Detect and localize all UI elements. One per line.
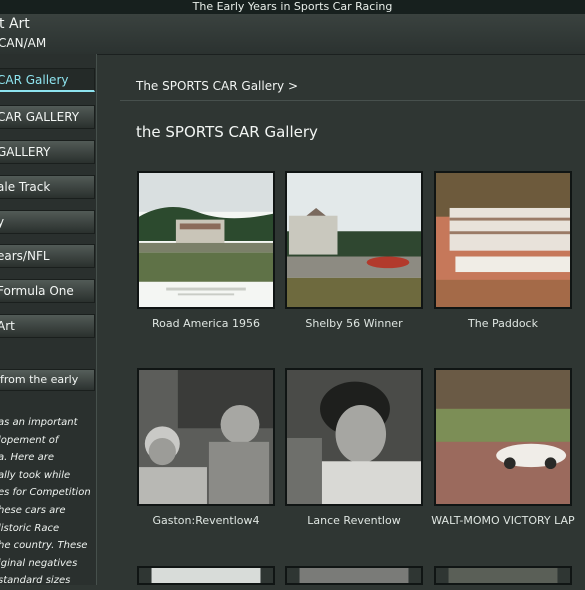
sidebar-section-title: from the early [0, 369, 95, 391]
header-title: t Art [0, 16, 30, 32]
gallery-thumb-road-america[interactable] [137, 171, 275, 309]
sidebar-item-art[interactable]: Art [0, 314, 95, 338]
sidebar-item-car-gallery[interactable]: CAR GALLERY [0, 105, 95, 129]
sidebar: CAR Gallery CAR GALLERY GALLERY ale Trac… [0, 54, 97, 586]
photo-thumbnail [151, 568, 261, 583]
site-header: t Art CAN/AM [0, 14, 585, 55]
race-car-photo [436, 370, 570, 504]
page-title: the SPORTS CAR Gallery [136, 123, 318, 141]
sidebar-text-line: ally took while [0, 469, 71, 481]
photo-thumbnail [299, 568, 409, 583]
gallery-thumb-row3-1[interactable] [137, 566, 275, 585]
divider [120, 100, 585, 101]
sidebar-text-line: iginal negatives [0, 557, 78, 569]
gallery-caption: Road America 1956 [152, 317, 260, 330]
gallery-thumb-row3-2[interactable] [285, 566, 423, 585]
sidebar-item-sports-car-gallery[interactable]: CAR Gallery [0, 68, 95, 92]
gallery-caption: Shelby 56 Winner [305, 317, 403, 330]
breadcrumb[interactable]: The SPORTS CAR Gallery > [136, 79, 298, 93]
gallery-thumb-paddock[interactable] [434, 171, 572, 309]
sidebar-text-line: hese cars are [0, 504, 66, 516]
photo-thumbnail [448, 568, 558, 583]
sidebar-text-line: he country. These [0, 540, 88, 552]
sidebar-description: as an important lopement of a. Here are … [0, 414, 96, 590]
sidebar-text-line: standard sizes [0, 575, 71, 587]
sidebar-text-line: es for Competition [0, 487, 91, 499]
sidebar-text-line: a. Here are [0, 452, 54, 464]
portrait-photo [287, 370, 421, 504]
gallery-thumb-shelby[interactable] [285, 171, 423, 309]
header-subtitle: CAN/AM [0, 36, 47, 50]
sidebar-item-formula-one[interactable]: Formula One [0, 279, 95, 303]
paddock-photo [436, 173, 570, 307]
drivers-photo [139, 370, 273, 504]
sidebar-text-line: listoric Race [0, 522, 60, 534]
sidebar-item-y[interactable]: y [0, 210, 95, 234]
gallery-thumb-victory-lap[interactable] [434, 368, 572, 506]
gallery-thumb-row3-3[interactable] [434, 566, 572, 585]
gallery-caption: WALT-MOMO VICTORY LAP [431, 514, 575, 527]
gallery-caption: Lance Reventlow [307, 514, 401, 527]
gallery-caption: Gaston:Reventlow4 [152, 514, 260, 527]
sidebar-item-track[interactable]: ale Track [0, 175, 95, 199]
race-track-photo [287, 173, 421, 307]
sidebar-item-gallery[interactable]: GALLERY [0, 140, 95, 164]
gallery-thumb-gaston-reventlow[interactable] [137, 368, 275, 506]
gallery-thumb-lance-reventlow[interactable] [285, 368, 423, 506]
grandstand-photo [139, 173, 273, 307]
gallery-caption: The Paddock [468, 317, 538, 330]
sidebar-text-line: lopement of [0, 434, 59, 446]
sidebar-text-line: as an important [0, 417, 78, 428]
sidebar-item-nfl[interactable]: ears/NFL [0, 244, 95, 268]
window-title: The Early Years in Sports Car Racing [0, 0, 585, 14]
